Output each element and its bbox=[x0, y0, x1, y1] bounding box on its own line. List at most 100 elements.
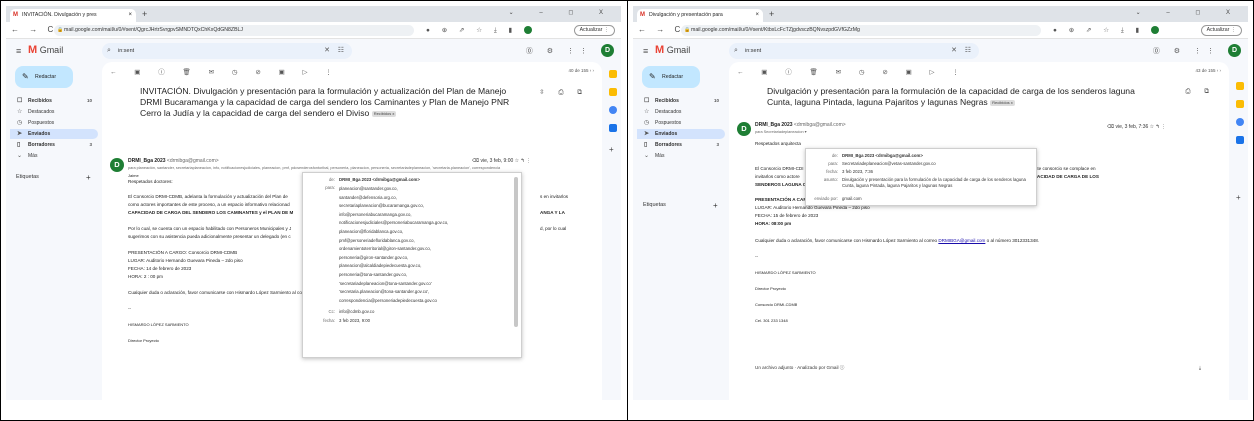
compose-button[interactable]: ✎ Redactar bbox=[15, 66, 73, 88]
window-controls[interactable]: ⌄ – ◻ X bbox=[1136, 9, 1242, 16]
calendar-icon[interactable] bbox=[1236, 82, 1244, 90]
sender-line: DRMI_Bga 2023 <drmibga@gmail.com> bbox=[128, 158, 219, 164]
update-button[interactable]: Actualizar ⋮ bbox=[573, 25, 615, 36]
sidebar-item-inbox[interactable]: ☐ Recibidos 10 bbox=[637, 96, 725, 106]
address-bar[interactable]: 🔒 mail.google.com/mail/u/0/#sent/KtbxLcF… bbox=[681, 25, 1041, 36]
labels-heading: Etiquetas + bbox=[643, 201, 718, 210]
tasks-icon[interactable] bbox=[609, 106, 617, 114]
lock-icon: 🔒 bbox=[684, 27, 691, 33]
sidebar-item-drafts[interactable]: ▯ Borradores 3 bbox=[637, 140, 725, 150]
sender-name[interactable]: DRMI_Bga 2023 bbox=[755, 122, 793, 128]
tab-close-icon[interactable]: × bbox=[755, 9, 759, 22]
popup-label: de: bbox=[329, 177, 335, 182]
sidebar-item-snoozed[interactable]: ◷ Pospuestos bbox=[637, 118, 725, 128]
tab-title: INVITACIÓN. Divulgación y pres bbox=[22, 12, 97, 18]
browser-tabbar: M INVITACIÓN. Divulgación y pres × + ⌄ –… bbox=[6, 6, 621, 22]
sidebar-item-snoozed[interactable]: ◷ Pospuestos bbox=[10, 118, 98, 128]
clear-search-icon[interactable]: ✕ bbox=[951, 43, 957, 59]
keep-icon[interactable] bbox=[609, 88, 617, 96]
extension-icons[interactable]: ● ⊕ ⇗ ☆ ⤓ ▮ bbox=[426, 26, 532, 35]
add-addon-icon[interactable]: + bbox=[609, 146, 617, 154]
sidebar-item-starred[interactable]: ☆ Destacados bbox=[637, 107, 725, 117]
message-toolbar[interactable]: ← ▣ ⓘ 🗑 ✉ ◷ ⊘ ▣ ▷ ⋮ bbox=[110, 66, 340, 76]
sidebar-item-sent[interactable]: ➤ Enviados bbox=[10, 129, 98, 139]
subject-actions[interactable]: ⎙ ⧉ bbox=[1185, 88, 1215, 96]
compose-button[interactable]: ✎ Redactar bbox=[642, 66, 700, 88]
sender-avatar[interactable]: D bbox=[110, 158, 124, 172]
sender-avatar[interactable]: D bbox=[737, 122, 751, 136]
address-bar[interactable]: 🔒 mail.google.com/mail/u/0/#sent/QgrcJHr… bbox=[54, 25, 414, 36]
contacts-icon[interactable] bbox=[1236, 136, 1244, 144]
search-icon[interactable]: ⌕ bbox=[107, 43, 111, 59]
header-icons[interactable]: ⓪ ⚙ ⋮⋮ bbox=[526, 46, 593, 56]
sidebar-item-more[interactable]: ⌄ Más bbox=[10, 151, 98, 161]
table-border-middle bbox=[627, 0, 628, 421]
clear-search-icon[interactable]: ✕ bbox=[324, 43, 330, 59]
body-line: HORA: 2 : 00 pm bbox=[128, 274, 163, 279]
recipients-line[interactable]: para planeación, santander, secretariapl… bbox=[128, 166, 598, 170]
nav-buttons[interactable]: ← → C bbox=[11, 25, 57, 34]
body-line: CAPACIDAD DE CARGA DEL SENDERO LOS CAMIN… bbox=[128, 210, 294, 215]
label-badge[interactable]: Recibidos x bbox=[990, 99, 1015, 106]
sender-name[interactable]: DRMI_Bga 2023 bbox=[128, 158, 166, 164]
sidebar-item-inbox[interactable]: ☐ Recibidos 10 bbox=[10, 96, 98, 106]
gmail-logo[interactable]: M Gmail bbox=[655, 44, 690, 56]
draft-count: 3 bbox=[716, 142, 719, 147]
account-avatar[interactable]: D bbox=[601, 44, 614, 57]
search-options-icon[interactable]: ☷ bbox=[965, 43, 971, 59]
pager[interactable]: 43 de 155 ‹ › bbox=[1195, 68, 1221, 73]
window-controls[interactable]: ⌄ – ◻ X bbox=[509, 9, 615, 16]
keep-icon[interactable] bbox=[1236, 100, 1244, 108]
body-line: LUGAR: Auditorio Hernando Guevara Pineda… bbox=[128, 258, 243, 263]
unread-count: 10 bbox=[86, 98, 92, 103]
browser-tab[interactable]: M INVITACIÓN. Divulgación y pres × bbox=[10, 9, 136, 22]
sidebar-item-more[interactable]: ⌄ Más bbox=[637, 151, 725, 161]
add-label-icon[interactable]: + bbox=[86, 173, 91, 182]
browser-tab[interactable]: M Divulgación y presentación para × bbox=[637, 9, 763, 22]
search-icon[interactable]: ⌕ bbox=[734, 43, 738, 59]
subject-actions[interactable]: ⇳ ⎙ ⧉ bbox=[539, 88, 588, 97]
star-icon: ☆ bbox=[17, 109, 23, 115]
sidebar-item-drafts[interactable]: ▯ Borradores 3 bbox=[10, 140, 98, 150]
message-meta[interactable]: ⌫ vie, 3 feb, 7:36 ☆ ↰ ⋮ bbox=[1107, 124, 1166, 130]
nav-buttons[interactable]: ← → C bbox=[638, 25, 684, 34]
pager[interactable]: 40 de 155 ‹ › bbox=[568, 68, 594, 73]
subject-text: INVITACIÓN. Divulgación y presentación p… bbox=[140, 86, 510, 118]
download-icon[interactable]: ⤓ bbox=[1199, 365, 1201, 370]
add-addon-icon[interactable]: + bbox=[1236, 194, 1244, 202]
search-input[interactable]: ⌕ in:sent ✕ ☷ bbox=[102, 43, 352, 59]
header-icons[interactable]: ⓪ ⚙ ⋮⋮ bbox=[1153, 46, 1220, 56]
message-toolbar[interactable]: ← ▣ ⓘ 🗑 ✉ ◷ ⊘ ▣ ▷ ⋮ bbox=[737, 66, 967, 76]
contact-email-link[interactable]: DRMIBGA@gmail.com bbox=[938, 238, 985, 243]
popup-scrollbar[interactable] bbox=[514, 177, 518, 327]
search-options-icon[interactable]: ☷ bbox=[338, 43, 344, 59]
gmail-logo[interactable]: M Gmail bbox=[28, 44, 63, 56]
side-panel-rail: + bbox=[1232, 62, 1248, 400]
profile-dot-icon[interactable] bbox=[1150, 26, 1159, 35]
add-label-icon[interactable]: + bbox=[713, 201, 718, 210]
menu-icon[interactable]: ≡ bbox=[643, 46, 648, 56]
labels-heading: Etiquetas + bbox=[16, 173, 91, 182]
tasks-icon[interactable] bbox=[1236, 118, 1244, 126]
new-tab-button[interactable]: + bbox=[142, 9, 147, 19]
calendar-icon[interactable] bbox=[609, 70, 617, 78]
extension-icons[interactable]: ● ⊕ ⇗ ☆ ⤓ ▮ bbox=[1053, 26, 1159, 35]
menu-icon[interactable]: ≡ bbox=[16, 46, 21, 56]
message-meta[interactable]: ⌫ vie, 3 feb, 9:00 ☆ ↰ ⋮ bbox=[472, 158, 531, 164]
sidebar-item-starred[interactable]: ☆ Destacados bbox=[10, 107, 98, 117]
label-badge[interactable]: Recibidos x bbox=[371, 110, 397, 117]
popup-recipient: notificacionesjudiciales@personeriabucar… bbox=[339, 220, 449, 226]
update-button[interactable]: Actualizar ⋮ bbox=[1200, 25, 1242, 36]
signature-phone: Cel. 301 233 1348 bbox=[755, 318, 788, 323]
search-input[interactable]: ⌕ in:sent ✕ ☷ bbox=[729, 43, 979, 59]
tab-close-icon[interactable]: × bbox=[128, 9, 132, 22]
attachment-summary[interactable]: Un archivo adjunto · Analizado por Gmail… bbox=[755, 365, 844, 371]
account-avatar[interactable]: D bbox=[1228, 44, 1241, 57]
body-fragment: ANGA Y LA bbox=[540, 210, 565, 215]
recipients-line[interactable]: para Secretariadeplaneacion ▾ bbox=[755, 129, 807, 134]
profile-dot-icon[interactable] bbox=[523, 26, 532, 35]
new-tab-button[interactable]: + bbox=[769, 9, 774, 19]
sidebar-item-sent[interactable]: ➤ Enviados bbox=[637, 129, 725, 139]
popup-label: para: bbox=[828, 161, 838, 166]
contacts-icon[interactable] bbox=[609, 124, 617, 132]
